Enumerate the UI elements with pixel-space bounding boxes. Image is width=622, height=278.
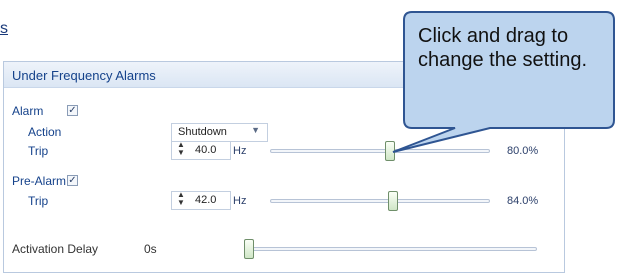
pre-alarm-trip-label: Trip <box>28 194 49 208</box>
alarm-checkbox[interactable]: ✓ <box>67 105 78 116</box>
alarm-trip-value: 40.0 <box>195 144 217 156</box>
alarm-trip-slider-track[interactable] <box>270 149 490 153</box>
activation-delay-value: 0s <box>144 242 157 256</box>
alarm-label: Alarm <box>12 104 44 118</box>
under-frequency-alarms-panel: Under Frequency Alarms Alarm ✓ Action Sh… <box>3 61 565 273</box>
activation-delay-slider-thumb[interactable] <box>244 239 254 259</box>
action-dropdown[interactable]: Shutdown ▼ <box>171 123 268 142</box>
alarm-trip-spinner[interactable]: ▲ ▼ 40.0 <box>171 141 231 160</box>
pre-alarm-checkbox[interactable]: ✓ <box>67 175 78 186</box>
pre-alarm-label: Pre-Alarm <box>12 174 67 188</box>
check-icon: ✓ <box>68 175 77 186</box>
activation-delay-label: Activation Delay <box>12 242 99 256</box>
pre-alarm-trip-slider-thumb[interactable] <box>388 191 398 211</box>
pre-alarm-trip-percent: 84.0% <box>507 195 539 207</box>
alarm-trip-label: Trip <box>28 144 49 158</box>
page-title: s <box>0 20 8 37</box>
panel-title: Under Frequency Alarms <box>12 68 156 83</box>
pre-alarm-trip-spinner[interactable]: ▲ ▼ 42.0 <box>171 191 231 210</box>
pre-alarm-trip-value: 42.0 <box>195 194 217 206</box>
alarm-trip-slider-thumb[interactable] <box>385 141 395 161</box>
callout-text: Click and drag to change the setting. <box>418 25 588 71</box>
check-icon: ✓ <box>68 105 77 116</box>
activation-delay-slider-track[interactable] <box>247 247 537 251</box>
action-label: Action <box>28 125 62 139</box>
pre-alarm-trip-unit: Hz <box>233 195 247 207</box>
up-down-arrows-icon[interactable]: ▲ ▼ <box>177 141 185 157</box>
alarm-trip-percent: 80.0% <box>507 145 539 157</box>
action-dropdown-value: Shutdown <box>178 126 227 138</box>
up-down-arrows-icon[interactable]: ▲ ▼ <box>177 191 185 207</box>
chevron-down-icon: ▼ <box>251 125 260 135</box>
pre-alarm-trip-slider-track[interactable] <box>270 199 490 203</box>
alarm-trip-unit: Hz <box>233 145 247 157</box>
